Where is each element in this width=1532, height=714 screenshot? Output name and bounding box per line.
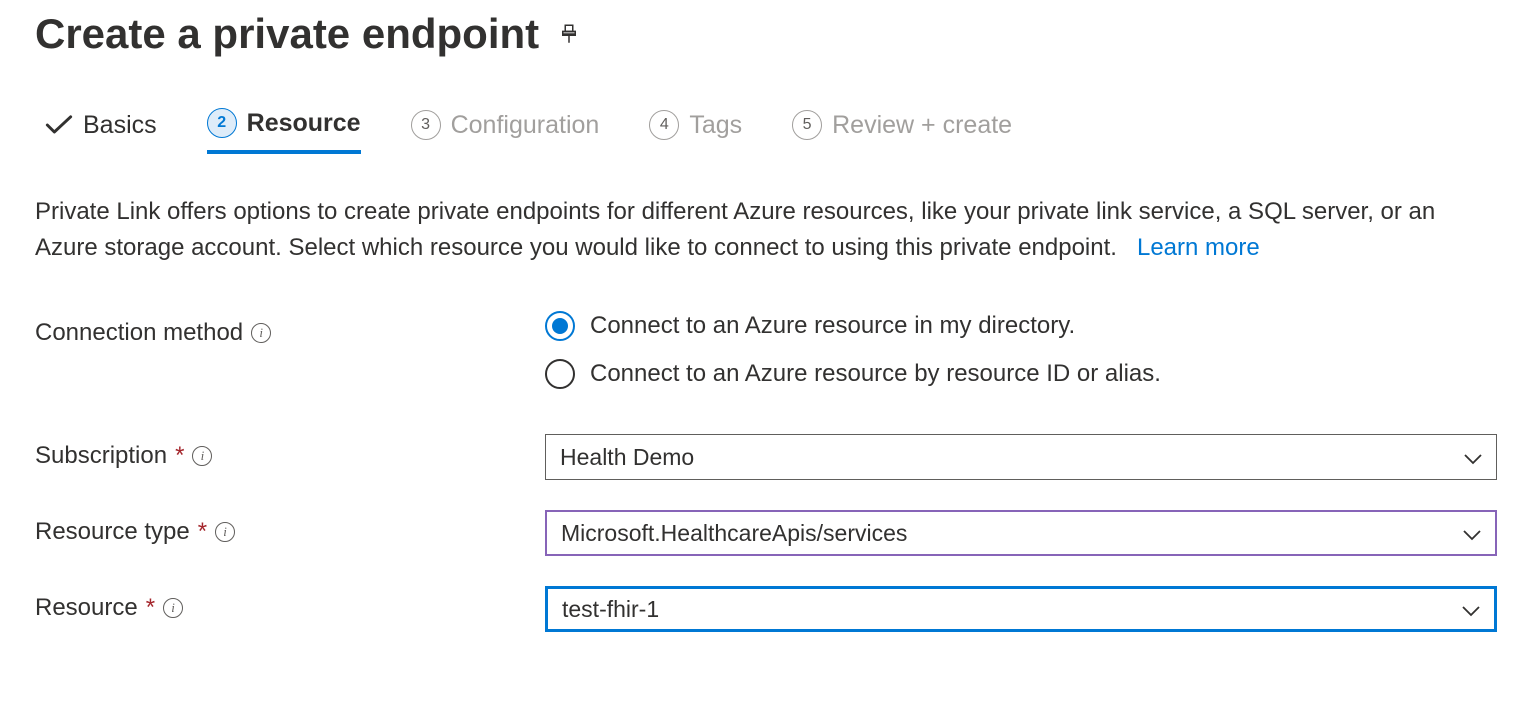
radio-icon bbox=[545, 359, 575, 389]
tab-step-number: 4 bbox=[649, 110, 679, 140]
required-asterisk: * bbox=[175, 442, 184, 470]
label-resource: Resource * i bbox=[35, 586, 545, 622]
page-header: Create a private endpoint bbox=[35, 10, 1497, 58]
tab-label: Configuration bbox=[451, 111, 600, 140]
info-icon[interactable]: i bbox=[251, 323, 271, 343]
tab-label: Basics bbox=[83, 111, 157, 140]
resource-description: Private Link offers options to create pr… bbox=[35, 194, 1497, 266]
wizard-tabs: Basics 2 Resource 3 Configuration 4 Tags… bbox=[35, 108, 1497, 154]
tab-step-number: 3 bbox=[411, 110, 441, 140]
radio-label: Connect to an Azure resource by resource… bbox=[590, 360, 1161, 388]
tab-step-number: 5 bbox=[792, 110, 822, 140]
dropdown-value: Microsoft.HealthcareApis/services bbox=[561, 520, 907, 547]
label-text: Subscription bbox=[35, 442, 167, 470]
tab-tags[interactable]: 4 Tags bbox=[649, 110, 742, 152]
info-icon[interactable]: i bbox=[192, 446, 212, 466]
dropdown-value: Health Demo bbox=[560, 444, 694, 471]
label-connection-method: Connection method i bbox=[35, 311, 545, 347]
radio-icon bbox=[545, 311, 575, 341]
tab-basics[interactable]: Basics bbox=[45, 111, 157, 152]
radio-label: Connect to an Azure resource in my direc… bbox=[590, 312, 1075, 340]
dropdown-subscription[interactable]: Health Demo bbox=[545, 434, 1497, 480]
row-resource-type: Resource type * i Microsoft.HealthcareAp… bbox=[35, 510, 1497, 556]
learn-more-link[interactable]: Learn more bbox=[1137, 234, 1260, 261]
info-icon[interactable]: i bbox=[215, 522, 235, 542]
info-icon[interactable]: i bbox=[163, 598, 183, 618]
tab-label: Review + create bbox=[832, 111, 1012, 140]
label-text: Resource bbox=[35, 594, 138, 622]
row-connection-method: Connection method i Connect to an Azure … bbox=[35, 311, 1497, 389]
dropdown-resource-type[interactable]: Microsoft.HealthcareApis/services bbox=[545, 510, 1497, 556]
required-asterisk: * bbox=[146, 594, 155, 622]
radio-option-resource-id[interactable]: Connect to an Azure resource by resource… bbox=[545, 359, 1161, 389]
row-subscription: Subscription * i Health Demo bbox=[35, 434, 1497, 480]
label-subscription: Subscription * i bbox=[35, 434, 545, 470]
check-icon bbox=[45, 114, 73, 136]
tab-configuration[interactable]: 3 Configuration bbox=[411, 110, 600, 152]
dropdown-resource[interactable]: test-fhir-1 bbox=[545, 586, 1497, 632]
dropdown-value: test-fhir-1 bbox=[562, 596, 659, 623]
label-text: Resource type bbox=[35, 518, 190, 546]
tab-step-number: 2 bbox=[207, 108, 237, 138]
chevron-down-icon bbox=[1463, 520, 1481, 547]
label-resource-type: Resource type * i bbox=[35, 510, 545, 546]
required-asterisk: * bbox=[198, 518, 207, 546]
label-text: Connection method bbox=[35, 319, 243, 347]
tab-resource[interactable]: 2 Resource bbox=[207, 108, 361, 154]
tab-label: Tags bbox=[689, 111, 742, 140]
tab-label: Resource bbox=[247, 109, 361, 138]
radio-option-my-directory[interactable]: Connect to an Azure resource in my direc… bbox=[545, 311, 1161, 341]
chevron-down-icon bbox=[1462, 596, 1480, 623]
row-resource: Resource * i test-fhir-1 bbox=[35, 586, 1497, 632]
tab-review-create[interactable]: 5 Review + create bbox=[792, 110, 1012, 152]
pin-icon[interactable] bbox=[559, 24, 579, 44]
radio-group-connection-method: Connect to an Azure resource in my direc… bbox=[545, 311, 1161, 389]
page-title: Create a private endpoint bbox=[35, 10, 539, 58]
chevron-down-icon bbox=[1464, 444, 1482, 471]
